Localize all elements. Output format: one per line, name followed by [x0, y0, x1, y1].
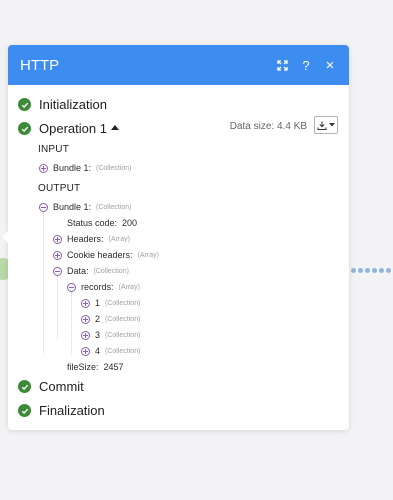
tree-type: (Array): [137, 251, 159, 259]
tree-key: Status code:: [67, 218, 118, 228]
step-label: Initialization: [39, 97, 107, 112]
step-label: Commit: [39, 379, 84, 394]
expand-toggle-icon[interactable]: [53, 250, 62, 260]
help-icon[interactable]: ?: [295, 56, 317, 74]
collapse-caret-icon[interactable]: [110, 125, 119, 130]
tree-key: Cookie headers:: [67, 250, 133, 260]
input-bundle-row[interactable]: Bundle 1: (Collection): [39, 163, 131, 173]
collapse-toggle-icon[interactable]: [67, 282, 76, 292]
tree-type: (Collection): [105, 331, 141, 339]
check-icon: [18, 122, 31, 135]
chevron-down-icon: [329, 123, 335, 127]
data-row[interactable]: Data: (Collection): [53, 266, 129, 276]
panel-title: HTTP: [20, 56, 60, 74]
input-heading: INPUT: [38, 144, 69, 155]
records-row[interactable]: records: (Array): [67, 282, 140, 292]
tree-value: 200: [122, 218, 138, 228]
tree-key: 2: [95, 314, 101, 324]
record-row[interactable]: 3 (Collection): [81, 330, 140, 340]
tree-type: (Collection): [105, 347, 141, 355]
step-finalization[interactable]: Finalization: [18, 403, 105, 418]
tree-key: records:: [81, 282, 114, 292]
step-commit[interactable]: Commit: [18, 379, 84, 394]
headers-row[interactable]: Headers: (Array): [53, 234, 130, 244]
download-icon: [317, 121, 327, 130]
expand-toggle-icon[interactable]: [81, 314, 90, 324]
tree-key: Data:: [67, 266, 89, 276]
collapse-toggle-icon[interactable]: [53, 266, 62, 276]
expand-toggle-icon[interactable]: [53, 234, 62, 244]
tree-key: 1: [95, 298, 101, 308]
expand-toggle-icon[interactable]: [81, 346, 90, 356]
check-icon: [18, 98, 31, 111]
tree-key: fileSize:: [67, 362, 99, 372]
check-icon: [18, 404, 31, 417]
record-row[interactable]: 2 (Collection): [81, 314, 140, 324]
tree-type: (Collection): [105, 315, 141, 323]
tree-key: Bundle 1:: [53, 202, 92, 212]
tree-type: (Collection): [105, 299, 141, 307]
tree-guide-line: [71, 292, 72, 354]
tree-key: Headers:: [67, 234, 104, 244]
step-label: Finalization: [39, 403, 105, 418]
close-icon[interactable]: ×: [319, 56, 341, 74]
http-output-panel: HTTP ? × Initialization Operation 1 Data…: [2, 45, 349, 430]
step-operation[interactable]: Operation 1: [18, 121, 119, 136]
expand-toggle-icon[interactable]: [81, 298, 90, 308]
tree-type: (Array): [118, 283, 140, 291]
step-label: Operation 1: [39, 121, 107, 136]
tree-key: 3: [95, 330, 101, 340]
filesize-row: fileSize: 2457: [53, 362, 124, 372]
expand-icon[interactable]: [271, 56, 293, 74]
tree-guide-line: [43, 212, 44, 354]
tree-type: (Collection): [96, 203, 132, 211]
collapse-toggle-icon[interactable]: [39, 202, 48, 212]
tree-key: Bundle 1:: [53, 163, 92, 173]
cookie-headers-row[interactable]: Cookie headers: (Array): [53, 250, 159, 260]
tree-key: 4: [95, 346, 101, 356]
panel-header: HTTP ? ×: [8, 45, 349, 85]
tree-type: (Array): [108, 235, 130, 243]
tree-guide-line: [57, 276, 58, 340]
step-initialization[interactable]: Initialization: [18, 97, 107, 112]
tree-type: (Collection): [96, 164, 132, 172]
expand-toggle-icon[interactable]: [39, 163, 48, 173]
output-bundle-row[interactable]: Bundle 1: (Collection): [39, 202, 131, 212]
download-button[interactable]: [314, 116, 338, 134]
check-icon: [18, 380, 31, 393]
record-row[interactable]: 1 (Collection): [81, 298, 140, 308]
expand-toggle-icon[interactable]: [81, 330, 90, 340]
tree-type: (Collection): [93, 267, 129, 275]
tree-value: 2457: [103, 362, 124, 372]
record-row[interactable]: 4 (Collection): [81, 346, 140, 356]
output-heading: OUTPUT: [38, 183, 81, 194]
status-code-row: Status code: 200: [53, 218, 137, 228]
data-size: Data size: 4.4 KB: [229, 121, 307, 132]
